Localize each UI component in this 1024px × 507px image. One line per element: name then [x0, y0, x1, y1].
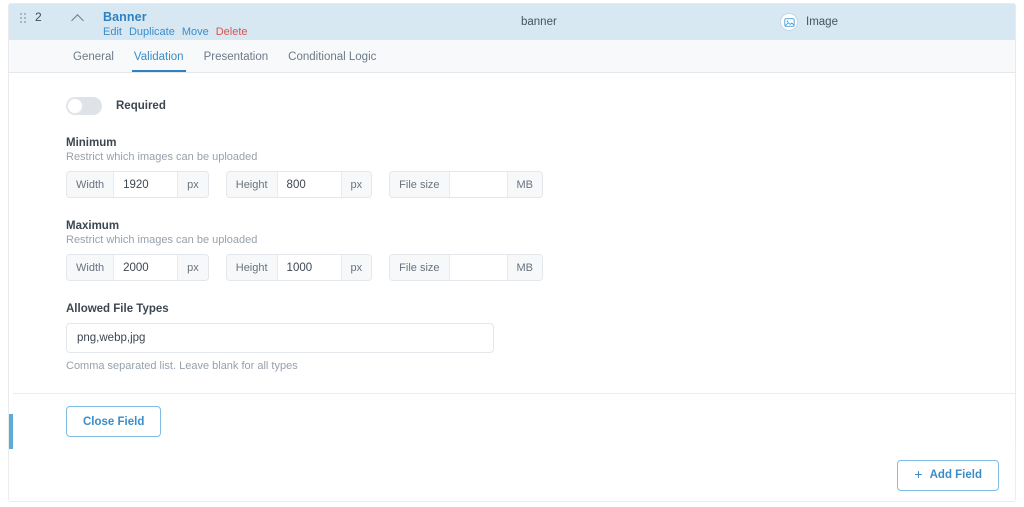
maximum-height-addon: Height [226, 255, 278, 280]
field-slug: banner [521, 16, 557, 28]
maximum-filesize-unit: MB [506, 255, 543, 280]
field-action-move[interactable]: Move [182, 26, 209, 38]
minimum-inputs: Width px Height px File size MB [66, 171, 1015, 198]
maximum-height-input[interactable] [277, 255, 341, 280]
form-footer-bar: + Add Field [8, 449, 1016, 502]
field-actions: Edit Duplicate Move Delete [103, 26, 248, 39]
tab-validation[interactable]: Validation [124, 51, 194, 72]
field-title-block: Banner Edit Duplicate Move Delete [103, 10, 248, 39]
maximum-filesize-group: File size MB [389, 254, 544, 281]
tab-conditional-logic[interactable]: Conditional Logic [278, 51, 386, 72]
field-header: 2 Banner Edit Duplicate Move Delete banner [9, 4, 1015, 40]
file-types-section: Allowed File Types Comma separated list.… [66, 303, 1015, 372]
maximum-inputs: Width px Height px File size MB [66, 254, 1015, 281]
maximum-width-unit: px [177, 255, 208, 280]
field-action-edit[interactable]: Edit [103, 26, 122, 38]
minimum-height-input[interactable] [277, 172, 341, 197]
minimum-subtitle: Restrict which images can be uploaded [66, 151, 258, 163]
field-index: 2 [35, 10, 42, 24]
close-field-button[interactable]: Close Field [66, 406, 162, 437]
minimum-title: Minimum [66, 137, 117, 149]
maximum-title: Maximum [66, 220, 120, 232]
field-action-delete[interactable]: Delete [216, 26, 248, 38]
maximum-width-group: Width px [66, 254, 209, 281]
validation-panel: Required Minimum Restrict which images c… [9, 73, 1015, 414]
plus-icon: + [914, 466, 923, 482]
maximum-filesize-addon: File size [390, 255, 450, 280]
tab-general[interactable]: General [63, 51, 124, 72]
minimum-filesize-group: File size MB [389, 171, 544, 198]
maximum-height-group: Height px [225, 254, 373, 281]
required-label: Required [116, 100, 166, 112]
maximum-width-addon: Width [67, 255, 115, 280]
maximum-subtitle: Restrict which images can be uploaded [66, 234, 258, 246]
field-card-footer: Close Field [13, 393, 1015, 449]
image-icon [780, 13, 798, 31]
field-card: 2 Banner Edit Duplicate Move Delete banner [8, 3, 1016, 451]
add-field-button[interactable]: + Add Field [897, 459, 999, 491]
minimum-width-unit: px [177, 172, 208, 197]
maximum-filesize-input[interactable] [449, 255, 507, 280]
file-types-label: Allowed File Types [66, 303, 169, 315]
field-type-label: Image [806, 16, 838, 28]
minimum-section: Minimum Restrict which images can be upl… [66, 137, 1015, 198]
minimum-filesize-input[interactable] [449, 172, 507, 197]
maximum-width-input[interactable] [114, 255, 178, 280]
field-tabs: General Validation Presentation Conditio… [9, 40, 1015, 73]
required-toggle[interactable] [66, 97, 102, 115]
tab-presentation[interactable]: Presentation [194, 51, 279, 72]
required-toggle-knob [67, 98, 83, 114]
drag-handle-icon[interactable] [17, 13, 29, 23]
page-root: 2 Banner Edit Duplicate Move Delete banner [0, 0, 1024, 507]
maximum-section: Maximum Restrict which images can be upl… [66, 220, 1015, 281]
required-row: Required [66, 73, 1015, 115]
add-field-label: Add Field [929, 469, 982, 481]
file-types-help: Comma separated list. Leave blank for al… [66, 360, 298, 372]
minimum-height-unit: px [340, 172, 372, 197]
minimum-height-addon: Height [226, 172, 278, 197]
minimum-width-addon: Width [67, 172, 115, 197]
minimum-width-input[interactable] [114, 172, 178, 197]
field-action-duplicate[interactable]: Duplicate [129, 26, 175, 38]
maximum-height-unit: px [340, 255, 372, 280]
minimum-filesize-addon: File size [390, 172, 450, 197]
allowed-file-types-input[interactable] [66, 323, 494, 353]
field-title: Banner [103, 10, 147, 24]
minimum-height-group: Height px [225, 171, 373, 198]
field-type: Image [780, 13, 838, 31]
chevron-up-icon[interactable] [71, 11, 85, 25]
minimum-width-group: Width px [66, 171, 209, 198]
minimum-filesize-unit: MB [506, 172, 543, 197]
